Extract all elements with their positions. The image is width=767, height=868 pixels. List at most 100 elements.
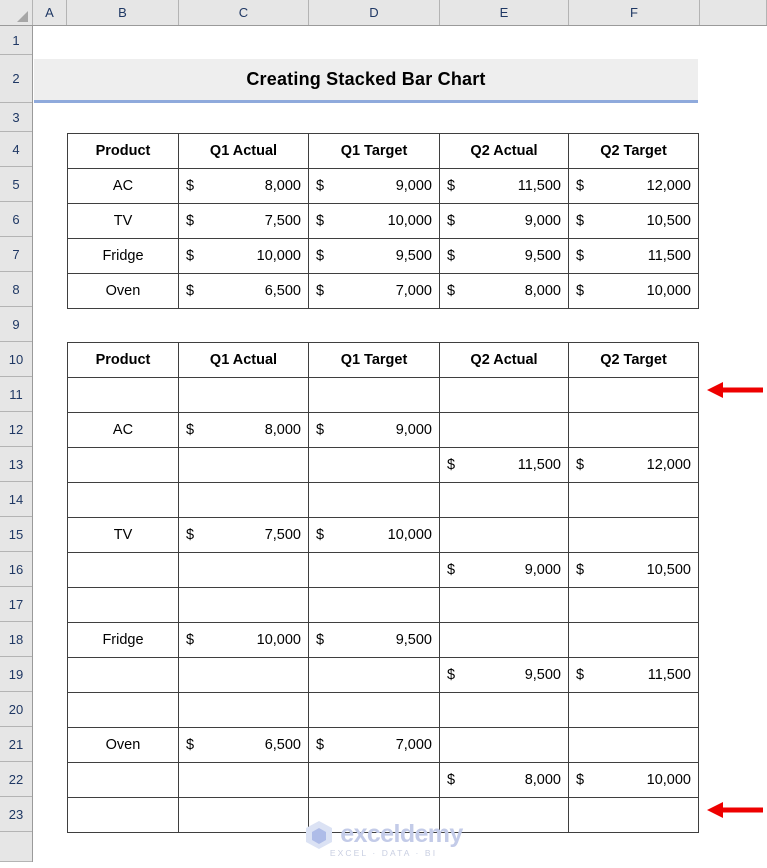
t2-r2-q1-target[interactable] <box>308 447 440 483</box>
t2-r12-product[interactable] <box>67 797 179 833</box>
t1-r3-q2-target[interactable]: $10,000 <box>568 273 699 309</box>
row-header-6[interactable]: 6 <box>0 202 32 237</box>
row-header-10[interactable]: 10 <box>0 342 32 377</box>
row-header-2[interactable]: 2 <box>0 55 32 103</box>
t1-r3-q2-actual[interactable]: $8,000 <box>439 273 569 309</box>
t2-r1-q1-actual[interactable]: $8,000 <box>178 412 309 448</box>
t2-r6-q1-actual[interactable] <box>178 587 309 623</box>
t2-r4-product[interactable]: TV <box>67 517 179 553</box>
t2-r6-q1-target[interactable] <box>308 587 440 623</box>
t2-r12-q1-actual[interactable] <box>178 797 309 833</box>
t2-r1-product[interactable]: AC <box>67 412 179 448</box>
t2-r4-q1-actual[interactable]: $7,500 <box>178 517 309 553</box>
t1-r3-q1-actual[interactable]: $6,500 <box>178 273 309 309</box>
row-header-24[interactable] <box>0 832 32 862</box>
t2-r9-q1-target[interactable] <box>308 692 440 728</box>
t2-r9-q1-actual[interactable] <box>178 692 309 728</box>
t2-r6-q2-actual[interactable] <box>439 587 569 623</box>
t2-header-q1-actual[interactable]: Q1 Actual <box>178 342 309 378</box>
t1-r0-q2-actual[interactable]: $11,500 <box>439 168 569 204</box>
row-header-8[interactable]: 8 <box>0 272 32 307</box>
t2-r10-product[interactable]: Oven <box>67 727 179 763</box>
t2-r2-q1-actual[interactable] <box>178 447 309 483</box>
t2-r6-q2-target[interactable] <box>568 587 699 623</box>
t2-r7-q2-target[interactable] <box>568 622 699 658</box>
t2-r2-product[interactable] <box>67 447 179 483</box>
t2-r1-q1-target[interactable]: $9,000 <box>308 412 440 448</box>
t2-r1-q2-target[interactable] <box>568 412 699 448</box>
column-header-f[interactable]: F <box>569 0 700 25</box>
row-header-19[interactable]: 19 <box>0 657 32 692</box>
column-header-b[interactable]: B <box>67 0 179 25</box>
column-header-c[interactable]: C <box>179 0 309 25</box>
t1-r0-q1-target[interactable]: $9,000 <box>308 168 440 204</box>
t2-r11-q2-actual[interactable]: $8,000 <box>439 762 569 798</box>
t2-r7-product[interactable]: Fridge <box>67 622 179 658</box>
t2-r3-q2-target[interactable] <box>568 482 699 518</box>
t2-r3-product[interactable] <box>67 482 179 518</box>
t2-r3-q1-actual[interactable] <box>178 482 309 518</box>
t2-r8-q1-target[interactable] <box>308 657 440 693</box>
t1-r0-product[interactable]: AC <box>67 168 179 204</box>
t1-header-q2-target[interactable]: Q2 Target <box>568 133 699 169</box>
t2-r11-q1-actual[interactable] <box>178 762 309 798</box>
row-header-3[interactable]: 3 <box>0 103 32 132</box>
t2-r5-product[interactable] <box>67 552 179 588</box>
t2-r9-q2-target[interactable] <box>568 692 699 728</box>
t2-header-q2-actual[interactable]: Q2 Actual <box>439 342 569 378</box>
t1-r0-q1-actual[interactable]: $8,000 <box>178 168 309 204</box>
row-header-21[interactable]: 21 <box>0 727 32 762</box>
t1-r1-product[interactable]: TV <box>67 203 179 239</box>
t2-r10-q2-actual[interactable] <box>439 727 569 763</box>
column-header-e[interactable]: E <box>440 0 569 25</box>
row-header-14[interactable]: 14 <box>0 482 32 517</box>
t2-header-product[interactable]: Product <box>67 342 179 378</box>
t1-r0-q2-target[interactable]: $12,000 <box>568 168 699 204</box>
t2-r4-q1-target[interactable]: $10,000 <box>308 517 440 553</box>
t2-r5-q2-target[interactable]: $10,500 <box>568 552 699 588</box>
t2-r7-q2-actual[interactable] <box>439 622 569 658</box>
row-header-22[interactable]: 22 <box>0 762 32 797</box>
t2-r3-q1-target[interactable] <box>308 482 440 518</box>
t2-r12-q1-target[interactable] <box>308 797 440 833</box>
t2-r5-q2-actual[interactable]: $9,000 <box>439 552 569 588</box>
t1-r2-q2-actual[interactable]: $9,500 <box>439 238 569 274</box>
t2-r0-q1-target[interactable] <box>308 377 440 413</box>
t2-r9-q2-actual[interactable] <box>439 692 569 728</box>
t2-r10-q1-actual[interactable]: $6,500 <box>178 727 309 763</box>
t2-r4-q2-target[interactable] <box>568 517 699 553</box>
t2-r10-q1-target[interactable]: $7,000 <box>308 727 440 763</box>
t1-r1-q1-actual[interactable]: $7,500 <box>178 203 309 239</box>
row-header-4[interactable]: 4 <box>0 132 32 167</box>
t2-r1-q2-actual[interactable] <box>439 412 569 448</box>
t2-r8-q2-actual[interactable]: $9,500 <box>439 657 569 693</box>
row-header-23[interactable]: 23 <box>0 797 32 832</box>
t2-r0-q2-actual[interactable] <box>439 377 569 413</box>
t2-r2-q2-target[interactable]: $12,000 <box>568 447 699 483</box>
t1-r1-q1-target[interactable]: $10,000 <box>308 203 440 239</box>
t2-r10-q2-target[interactable] <box>568 727 699 763</box>
t1-header-q1-target[interactable]: Q1 Target <box>308 133 440 169</box>
select-all-corner[interactable] <box>0 0 33 25</box>
t2-r3-q2-actual[interactable] <box>439 482 569 518</box>
t1-r3-q1-target[interactable]: $7,000 <box>308 273 440 309</box>
row-header-15[interactable]: 15 <box>0 517 32 552</box>
t2-r11-q2-target[interactable]: $10,000 <box>568 762 699 798</box>
t2-r0-product[interactable] <box>67 377 179 413</box>
t2-r12-q2-actual[interactable] <box>439 797 569 833</box>
row-header-1[interactable]: 1 <box>0 26 32 55</box>
column-header-g[interactable] <box>700 0 767 25</box>
t2-r7-q1-target[interactable]: $9,500 <box>308 622 440 658</box>
t1-r2-q1-target[interactable]: $9,500 <box>308 238 440 274</box>
t1-r3-product[interactable]: Oven <box>67 273 179 309</box>
row-header-5[interactable]: 5 <box>0 167 32 202</box>
t2-r4-q2-actual[interactable] <box>439 517 569 553</box>
t1-r1-q2-target[interactable]: $10,500 <box>568 203 699 239</box>
t1-header-q2-actual[interactable]: Q2 Actual <box>439 133 569 169</box>
t2-r0-q1-actual[interactable] <box>178 377 309 413</box>
t2-r0-q2-target[interactable] <box>568 377 699 413</box>
row-header-7[interactable]: 7 <box>0 237 32 272</box>
row-header-9[interactable]: 9 <box>0 307 32 342</box>
row-header-18[interactable]: 18 <box>0 622 32 657</box>
row-header-13[interactable]: 13 <box>0 447 32 482</box>
